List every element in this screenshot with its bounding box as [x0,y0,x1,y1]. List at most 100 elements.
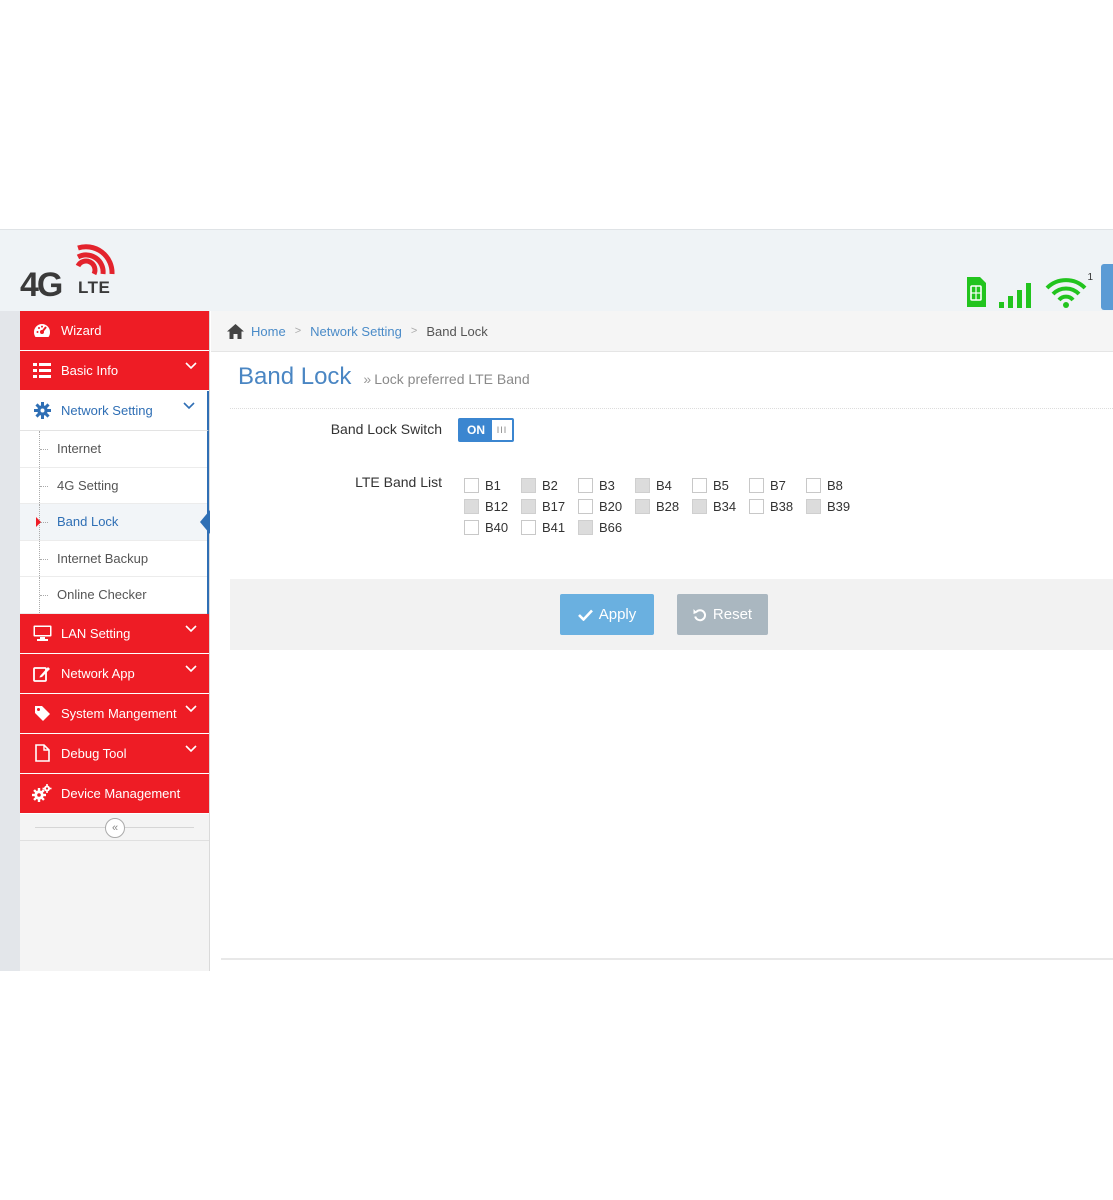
sidebar-subitem-band-lock[interactable]: Band Lock [20,504,210,541]
band-checkbox-b12[interactable]: B12 [464,498,521,515]
double-chevron-right-icon: » [363,371,372,387]
gears-icon [32,783,52,803]
checkbox-box[interactable] [521,499,536,514]
band-checkbox-b4[interactable]: B4 [635,477,692,494]
band-checkbox-label: B4 [656,478,672,493]
caret-right-icon [36,517,41,527]
band-checkbox-b41[interactable]: B41 [521,519,578,536]
checkbox-box[interactable] [635,499,650,514]
band-checkbox-b66[interactable]: B66 [578,519,635,536]
checkbox-box[interactable] [521,478,536,493]
checkbox-box[interactable] [806,499,821,514]
header-user-tab[interactable] [1101,264,1113,310]
sidebar-item-label: Network Setting [61,403,153,418]
wifi-icon [1045,278,1087,308]
band-checkbox-b34[interactable]: B34 [692,498,749,515]
checkbox-box[interactable] [806,478,821,493]
sidebar-item-debug-tool[interactable]: Debug Tool [20,733,209,774]
sidebar-subitem-label: Online Checker [57,587,147,603]
checkbox-box[interactable] [521,520,536,535]
band-checkbox-b38[interactable]: B38 [749,498,806,515]
sidebar-item-basic-info[interactable]: Basic Info [20,351,209,391]
sidebar-item-lan-setting[interactable]: LAN Setting [20,613,209,654]
band-checkbox-label: B7 [770,478,786,493]
sidebar-subitem-label: Internet [57,441,102,457]
wifi-status: 1 [1045,272,1093,308]
chevron-down-icon [183,402,195,410]
checkbox-box[interactable] [464,520,479,535]
reset-button[interactable]: Reset [677,594,768,635]
checkbox-box[interactable] [749,478,764,493]
sidebar-subitem-internet[interactable]: Internet [20,431,207,468]
band-checkbox-label: B8 [827,478,843,493]
sidebar-collapse-button[interactable]: « [105,817,125,838]
file-icon [32,743,52,763]
logo-4g-lte: 4G LTE [20,238,120,304]
dashboard-icon [32,321,52,341]
band-checkbox-b3[interactable]: B3 [578,477,635,494]
footer-divider [221,958,1113,960]
checkbox-box[interactable] [578,478,593,493]
sidebar-subitem-4g-setting[interactable]: 4G Setting [20,467,207,504]
sidebar-item-label: Network App [61,665,135,681]
checkbox-box[interactable] [464,478,479,493]
breadcrumb-section-link[interactable]: Network Setting [310,324,402,339]
band-checkbox-b17[interactable]: B17 [521,498,578,515]
sidebar-item-network-setting[interactable]: Network Setting [20,391,209,431]
checkbox-box[interactable] [578,499,593,514]
checkbox-box[interactable] [692,499,707,514]
band-checkbox-label: B1 [485,478,501,493]
checkbox-box[interactable] [578,520,593,535]
band-checkbox-label: B20 [599,499,623,514]
sidebar-item-system-management[interactable]: System Mangement [20,693,209,734]
breadcrumb-separator-icon: > [294,325,302,337]
checkbox-box[interactable] [749,499,764,514]
band-checkbox-b1[interactable]: B1 [464,477,521,494]
band-lock-switch-row: Band Lock Switch ON III [211,418,514,442]
checkbox-box[interactable] [635,478,650,493]
band-checkbox-b40[interactable]: B40 [464,519,521,536]
sidebar-item-wizard[interactable]: Wizard [20,311,209,351]
network-setting-submenu: Internet 4G Setting Band Lock Internet B… [20,431,210,614]
sidebar-collapse-bar: « [20,814,209,841]
band-checkbox-label: B3 [599,478,615,493]
breadcrumb-home-link[interactable]: Home [251,324,286,339]
checkbox-box[interactable] [692,478,707,493]
sidebar-subitem-label: 4G Setting [57,477,119,493]
page-header: Band Lock » Lock preferred LTE Band [230,363,1113,409]
toggle-grip-icon: III [496,425,508,435]
check-icon [577,609,593,621]
sidebar-item-label: Basic Info [61,363,119,378]
band-checkbox-b8[interactable]: B8 [806,477,863,494]
band-checkbox-b39[interactable]: B39 [806,498,863,515]
band-checkbox-label: B28 [656,499,680,514]
home-icon[interactable] [227,323,244,339]
sidebar-item-network-app[interactable]: Network App [20,653,209,694]
toggle-on-label: ON [460,420,492,440]
band-checkbox-b7[interactable]: B7 [749,477,806,494]
band-checkbox-b20[interactable]: B20 [578,498,635,515]
breadcrumb: Home > Network Setting > Band Lock [211,311,1113,352]
main-content: Home > Network Setting > Band Lock Band … [211,311,1113,971]
sidebar-item-label: Debug Tool [61,745,127,761]
sidebar-subitem-online-checker[interactable]: Online Checker [20,577,207,614]
apply-button[interactable]: Apply [560,594,654,635]
band-lock-toggle[interactable]: ON III [458,418,514,442]
undo-icon [693,608,706,621]
band-checkbox-label: B2 [542,478,558,493]
sidebar-item-device-management[interactable]: Device Management [20,773,209,814]
page-title: Band Lock [238,363,352,390]
tag-icon [32,703,52,723]
page-subtitle: » Lock preferred LTE Band [363,371,529,387]
sidebar-subitem-internet-backup[interactable]: Internet Backup [20,540,207,577]
band-checkbox-label: B40 [485,520,509,535]
band-lock-switch-label: Band Lock Switch [330,421,442,437]
band-checkbox-b5[interactable]: B5 [692,477,749,494]
logo-lte-text: LTE [78,278,111,297]
breadcrumb-separator-icon: > [410,325,418,337]
band-checkbox-b28[interactable]: B28 [635,498,692,515]
checkbox-box[interactable] [464,499,479,514]
band-checkbox-b2[interactable]: B2 [521,477,578,494]
sidebar-subitem-label: Internet Backup [57,550,149,566]
sidebar-item-label: Wizard [61,323,102,338]
